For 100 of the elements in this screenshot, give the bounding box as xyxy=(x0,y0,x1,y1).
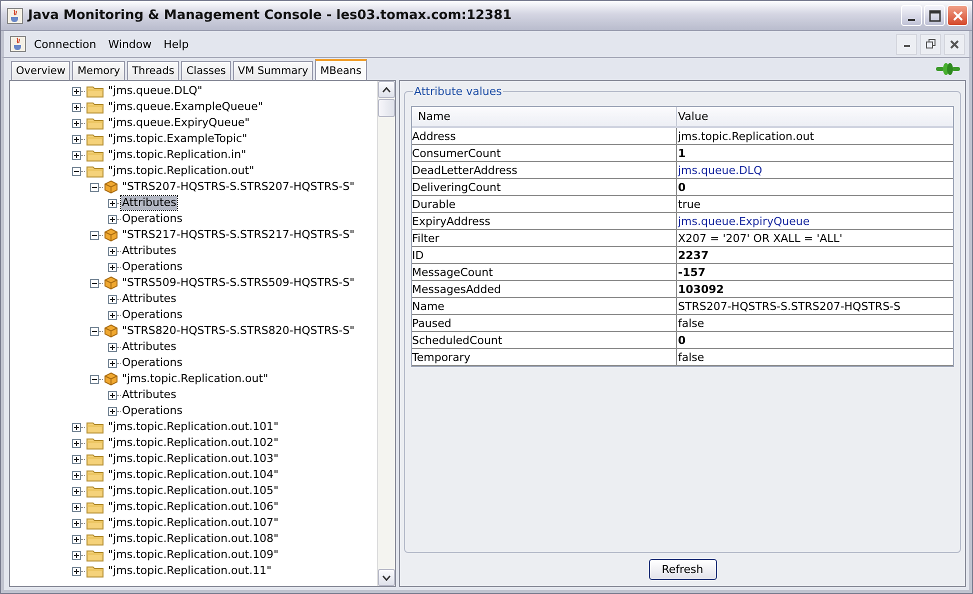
tree-item[interactable]: "jms.topic.Replication.out.109" xyxy=(107,548,280,562)
tree-item[interactable]: Attributes xyxy=(121,388,178,402)
collapse-icon[interactable] xyxy=(90,326,99,336)
tree-item[interactable]: "jms.topic.Replication.out.103" xyxy=(107,452,280,466)
expand-icon[interactable] xyxy=(108,390,117,400)
scroll-up-button[interactable] xyxy=(378,81,395,98)
tree-item[interactable]: Attributes xyxy=(121,340,178,354)
folder-icon xyxy=(86,564,104,578)
table-cell: Paused xyxy=(412,315,677,331)
collapse-icon[interactable] xyxy=(90,374,99,384)
tree-item[interactable]: "jms.queue.ExampleQueue" xyxy=(107,100,264,114)
expand-icon[interactable] xyxy=(72,486,81,496)
tree-item[interactable]: Attributes xyxy=(121,244,178,258)
column-header[interactable]: Value xyxy=(677,107,953,126)
tree-item[interactable]: "jms.topic.Replication.out.102" xyxy=(107,436,280,450)
collapse-icon[interactable] xyxy=(72,166,81,176)
tree-item[interactable]: Attributes xyxy=(121,196,178,210)
tree-item[interactable]: "jms.topic.Replication.out.106" xyxy=(107,500,280,514)
expand-icon[interactable] xyxy=(72,86,81,96)
tree-item[interactable]: Operations xyxy=(121,404,184,418)
tab[interactable]: VM Summary xyxy=(232,61,314,80)
table-cell: Temporary xyxy=(412,349,677,365)
refresh-button[interactable]: Refresh xyxy=(648,559,716,580)
expand-icon[interactable] xyxy=(72,118,81,128)
expand-icon[interactable] xyxy=(108,294,117,304)
tree-item[interactable]: "jms.topic.Replication.out.101" xyxy=(107,420,280,434)
tree-item[interactable]: "jms.topic.Replication.out.107" xyxy=(107,516,280,530)
panel-title: Attribute values xyxy=(413,85,503,98)
tree-item[interactable]: Operations xyxy=(121,356,184,370)
tab[interactable]: MBeans xyxy=(315,59,367,80)
tree-item[interactable]: "jms.topic.Replication.out.104" xyxy=(107,468,280,482)
folder-icon xyxy=(86,420,104,434)
tree-item[interactable]: "jms.topic.Replication.out.108" xyxy=(107,532,280,546)
maximize-button[interactable] xyxy=(924,5,945,26)
expand-icon[interactable] xyxy=(72,502,81,512)
tree-item[interactable]: "jms.topic.Replication.out.11" xyxy=(107,564,273,578)
expand-icon[interactable] xyxy=(108,358,117,368)
tree-item[interactable]: "jms.topic.Replication.out.105" xyxy=(107,484,280,498)
table-cell-text: true xyxy=(677,196,702,212)
column-header[interactable]: Name xyxy=(412,107,677,126)
folder-icon xyxy=(86,516,104,530)
tree-item[interactable]: "jms.topic.Replication.out" xyxy=(107,164,256,178)
tree-item[interactable]: Operations xyxy=(121,308,184,322)
expand-icon[interactable] xyxy=(72,534,81,544)
table-cell-text: X207 = '207' OR XALL = 'ALL' xyxy=(677,230,844,246)
expand-icon[interactable] xyxy=(108,246,117,256)
tree-item[interactable]: Attributes xyxy=(121,292,178,306)
expand-icon[interactable] xyxy=(72,102,81,112)
collapse-icon[interactable] xyxy=(90,230,99,240)
tree-item[interactable]: Operations xyxy=(121,212,184,226)
collapse-icon[interactable] xyxy=(90,182,99,192)
tab[interactable]: Overview xyxy=(11,61,70,80)
bean-icon xyxy=(104,372,118,386)
expand-icon[interactable] xyxy=(108,406,117,416)
menu-item[interactable]: Help xyxy=(164,38,189,50)
expand-icon[interactable] xyxy=(72,566,81,576)
tree-item[interactable]: "STRS207-HQSTRS-S.STRS207-HQSTRS-S" xyxy=(121,180,356,194)
expand-icon[interactable] xyxy=(72,470,81,480)
expand-icon[interactable] xyxy=(108,214,117,224)
folder-icon xyxy=(86,468,104,482)
expand-icon[interactable] xyxy=(72,438,81,448)
tree-item[interactable]: "STRS217-HQSTRS-S.STRS217-HQSTRS-S" xyxy=(121,228,356,242)
tree-item[interactable]: "jms.queue.DLQ" xyxy=(107,84,204,98)
tab[interactable]: Memory xyxy=(72,61,126,80)
collapse-icon[interactable] xyxy=(90,278,99,288)
expand-icon[interactable] xyxy=(72,454,81,464)
tab[interactable]: Threads xyxy=(127,61,180,80)
table-cell: Address xyxy=(412,128,677,144)
expand-icon[interactable] xyxy=(72,422,81,432)
menu-item[interactable]: Window xyxy=(108,38,152,50)
connection-icon xyxy=(935,62,961,76)
expand-icon[interactable] xyxy=(72,518,81,528)
tree-item[interactable]: "jms.topic.ExampleTopic" xyxy=(107,132,248,146)
table-cell-text: jms.queue.DLQ xyxy=(677,162,764,178)
expand-icon[interactable] xyxy=(108,198,117,208)
close-icon xyxy=(950,40,959,48)
folder-icon xyxy=(86,452,104,466)
restore-button[interactable] xyxy=(920,34,941,54)
tree-item[interactable]: "jms.topic.Replication.out" xyxy=(121,372,270,386)
tab[interactable]: Classes xyxy=(181,61,231,80)
java-cup-icon xyxy=(10,36,26,52)
expand-icon[interactable] xyxy=(108,310,117,320)
expand-icon[interactable] xyxy=(108,262,117,272)
close-button[interactable] xyxy=(944,34,965,54)
menu-item[interactable]: Connection xyxy=(34,38,96,50)
table-cell-text: 0 xyxy=(677,180,687,195)
tree-item[interactable]: "STRS509-HQSTRS-S.STRS509-HQSTRS-S" xyxy=(121,276,356,290)
table-cell-text: jms.queue.ExpiryQueue xyxy=(677,214,811,229)
expand-icon[interactable] xyxy=(108,342,117,352)
expand-icon[interactable] xyxy=(72,134,81,144)
window-title: Java Monitoring & Management Console - les03.tomax.com:12381 xyxy=(28,8,512,23)
tree-item[interactable]: Operations xyxy=(121,260,184,274)
expand-icon[interactable] xyxy=(72,550,81,560)
minimize-button[interactable] xyxy=(896,34,917,54)
scroll-down-button[interactable] xyxy=(378,569,395,586)
scrollbar-thumb[interactable] xyxy=(378,99,395,117)
tree-item[interactable]: "jms.topic.Replication.in" xyxy=(107,148,248,162)
tree-item[interactable]: "STRS820-HQSTRS-S.STRS820-HQSTRS-S" xyxy=(121,324,356,338)
tree-item[interactable]: "jms.queue.ExpiryQueue" xyxy=(107,116,251,130)
expand-icon[interactable] xyxy=(72,150,81,160)
